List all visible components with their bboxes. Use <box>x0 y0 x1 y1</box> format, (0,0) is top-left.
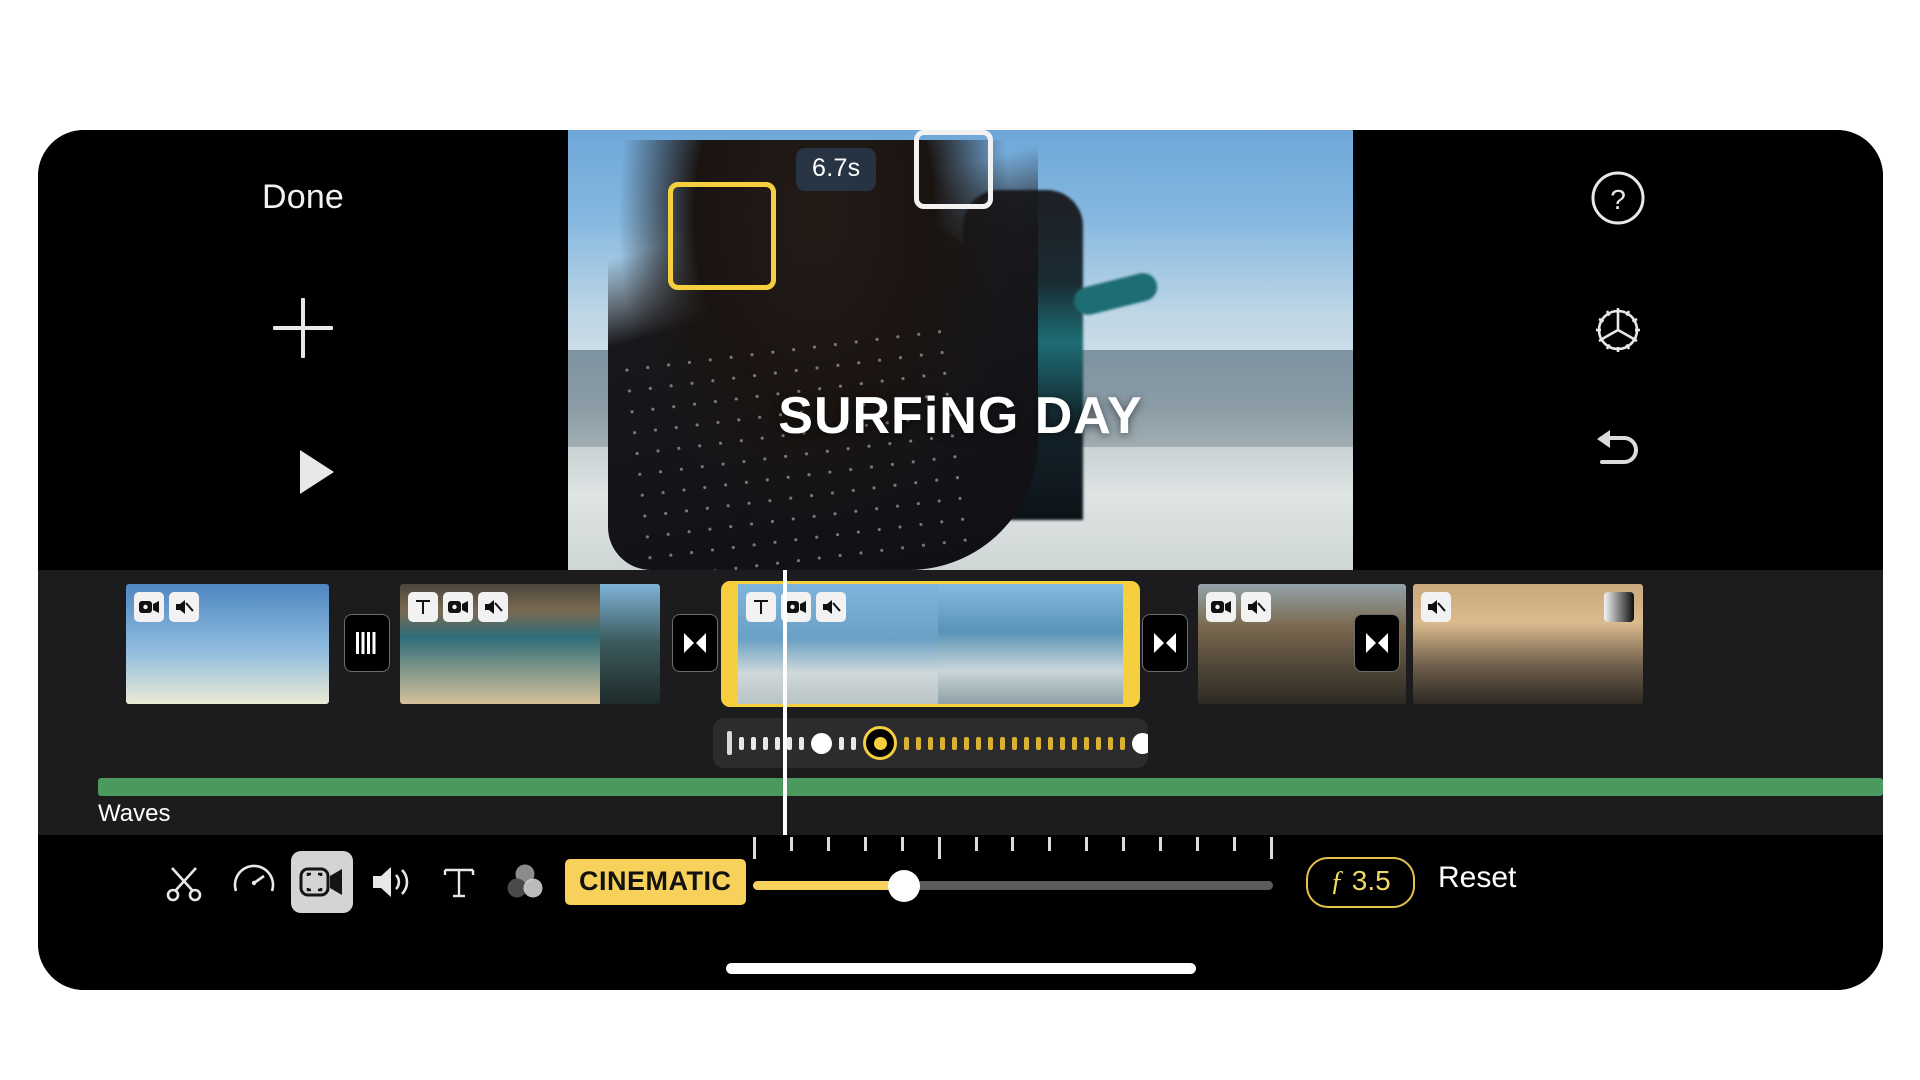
tool-title[interactable] <box>428 851 490 913</box>
svg-text:?: ? <box>1610 184 1626 215</box>
time-badge: 6.7s <box>796 148 877 191</box>
secondary-subject-focus-box[interactable] <box>914 130 993 209</box>
clip-badges <box>408 592 508 622</box>
clip-shoreline[interactable] <box>400 584 660 704</box>
mute-icon <box>478 592 508 622</box>
depth-slider-knob[interactable] <box>887 870 920 902</box>
help-circle-icon[interactable]: ? <box>1588 168 1648 228</box>
transition-dissolve-3[interactable] <box>1142 614 1188 672</box>
cinematic-keyframe-strip[interactable] <box>713 718 1148 768</box>
aperture-number: 3.5 <box>1351 865 1391 896</box>
mute-icon <box>816 592 846 622</box>
title-overlay-text: SURFiNG DAY <box>778 387 1143 445</box>
plus-icon[interactable] <box>273 298 333 358</box>
transition-dissolve-4[interactable] <box>1354 614 1400 672</box>
screenshot-root: Done 6.7s SURFiNG DAY ? Waves CINEMATIC … <box>0 0 1920 1080</box>
keyframe-dot-2[interactable] <box>1132 732 1148 754</box>
transition-dissolve-2[interactable] <box>672 614 718 672</box>
title-icon <box>408 592 438 622</box>
kf-start-tick <box>727 731 732 755</box>
clip-badges <box>746 592 846 622</box>
timeline[interactable]: Waves <box>38 570 1883 835</box>
play-icon[interactable] <box>300 450 334 494</box>
gear-icon[interactable] <box>1588 300 1648 360</box>
bottom-toolbar: CINEMATIC ƒ 3.5 Reset <box>38 835 1883 990</box>
right-controls-column: ? <box>1353 130 1883 570</box>
tool-filters[interactable] <box>494 851 556 913</box>
cinematic-icon <box>134 592 164 622</box>
home-indicator <box>725 963 1196 974</box>
mute-icon <box>1241 592 1271 622</box>
active-subject-focus-box[interactable] <box>668 182 776 290</box>
mute-icon <box>1421 592 1451 622</box>
tool-speed[interactable] <box>223 851 285 913</box>
cinematic-icon <box>1206 592 1236 622</box>
keyframe-active[interactable] <box>863 726 897 760</box>
done-button[interactable]: Done <box>38 178 568 217</box>
clip-row <box>38 581 1883 707</box>
aperture-value-pill[interactable]: ƒ 3.5 <box>1306 857 1415 908</box>
audio-track-waves[interactable] <box>98 778 1883 796</box>
title-icon <box>746 592 776 622</box>
clip-badges <box>1421 592 1451 622</box>
left-controls-column: Done <box>38 130 568 570</box>
undo-arrow-icon[interactable] <box>1588 422 1648 482</box>
depth-slider-track[interactable] <box>753 881 1273 890</box>
clip-badges <box>1206 592 1271 622</box>
playhead[interactable] <box>783 570 787 835</box>
tool-cut[interactable] <box>153 851 215 913</box>
phone-device-frame: Done 6.7s SURFiNG DAY ? Waves CINEMATIC … <box>38 130 1883 990</box>
keyframe-dot-1[interactable] <box>811 732 832 754</box>
editor-top-area: Done 6.7s SURFiNG DAY ? <box>38 130 1883 570</box>
depth-slider-ticks <box>753 837 1273 859</box>
depth-slider-fill <box>753 881 904 890</box>
tool-cinematic[interactable] <box>291 851 353 913</box>
reset-button[interactable]: Reset <box>1438 861 1516 895</box>
audio-track-label: Waves <box>98 800 171 827</box>
video-preview[interactable]: 6.7s SURFiNG DAY <box>568 130 1353 570</box>
clip-beach-bird[interactable] <box>126 584 329 704</box>
transition-dissolve-1[interactable] <box>344 614 390 672</box>
cinematic-mode-badge[interactable]: CINEMATIC <box>565 859 746 905</box>
tool-volume[interactable] <box>361 851 423 913</box>
fade-badge <box>1604 592 1634 622</box>
aperture-symbol: ƒ <box>1330 866 1344 897</box>
cinematic-icon <box>443 592 473 622</box>
depth-slider[interactable] <box>753 837 1273 927</box>
clip-sunset-beach[interactable] <box>1413 584 1643 704</box>
mute-icon <box>169 592 199 622</box>
clip-badges <box>134 592 199 622</box>
